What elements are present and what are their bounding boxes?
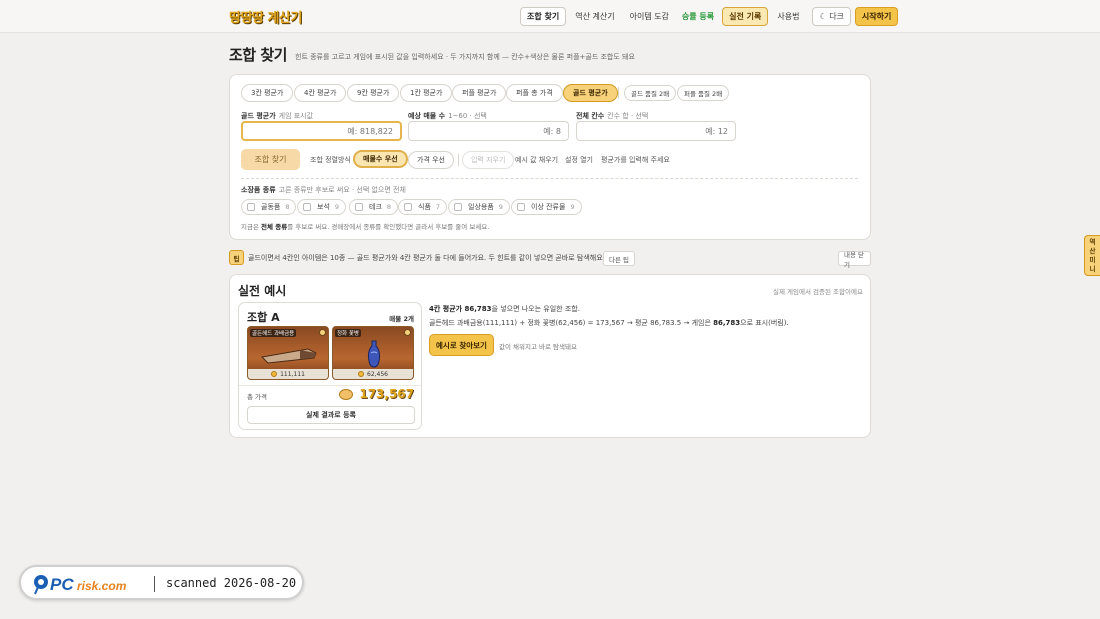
pcrisk-logo: PC risk.com xyxy=(34,575,127,595)
divider xyxy=(241,178,858,179)
hint-chip-purple-double[interactable]: 퍼플 품질 2배 xyxy=(677,85,730,101)
tip-icon: 팁 xyxy=(229,250,244,265)
hint-chip-4cell[interactable]: 4칸 평균가 xyxy=(294,84,347,102)
checkbox-icon xyxy=(247,203,255,211)
combo-count: 매물 2개 xyxy=(389,315,414,323)
category-daily[interactable]: 일상용품 9 xyxy=(448,199,510,215)
page-description: 힌트 종류를 고르고 게임에 표시된 값을 입력하세요 · 두 가지까지 함께 … xyxy=(295,53,635,61)
category-antique[interactable]: 골동품 8 xyxy=(241,199,297,215)
nav-combo-find[interactable]: 조합 찾기 xyxy=(520,7,567,26)
expected-count-label: 예상 매물 수 1~60 · 선택 xyxy=(408,112,487,120)
category-residue[interactable]: 이상 잔류물 9 xyxy=(511,199,582,215)
total-cells-input[interactable] xyxy=(576,121,736,141)
grade-icon xyxy=(404,329,411,336)
checkbox-icon xyxy=(355,203,363,211)
nav-winrate-register[interactable]: 승률 등록 xyxy=(676,7,720,26)
divider xyxy=(239,385,421,386)
category-note: 지금은 전체 종류를 후보로 써요. 경매장에서 종류를 확인했다면 골라서 후… xyxy=(241,223,490,231)
dark-mode-toggle[interactable]: ☾ 다크 xyxy=(812,7,851,26)
sort-label: 조합 정렬방식 xyxy=(310,156,351,164)
sort-by-count[interactable]: 매물수 우선 xyxy=(353,150,408,168)
total-cells-label: 전체 칸수 칸수 합 · 선택 xyxy=(576,112,649,120)
category-title: 소장품 종류 고른 종류만 후보로 써요 · 선택 없으면 전체 xyxy=(241,186,406,194)
try-example-note: 값이 채워지고 바로 탐색돼요 xyxy=(499,343,577,351)
coin-icon xyxy=(358,371,364,377)
grade-icon xyxy=(319,329,326,336)
example-title: 실전 예시 xyxy=(238,284,287,298)
coin-icon xyxy=(271,371,278,377)
category-gem[interactable]: 보석 9 xyxy=(297,199,347,215)
example-calculation: 골든헤드 과배금용(111,111) + 정화 꽃병(62,456) = 173… xyxy=(429,319,789,327)
nav-item-dex[interactable]: 아이템 도감 xyxy=(624,7,675,26)
hint-chip-gold-double[interactable]: 골드 품질 2배 xyxy=(624,85,677,101)
expected-count-input[interactable] xyxy=(408,121,569,141)
item-price: 111,111 xyxy=(248,369,328,379)
coin-stack-icon xyxy=(339,388,354,400)
club-icon xyxy=(260,348,317,364)
svg-text:PC: PC xyxy=(50,575,74,594)
hint-chip-3cell[interactable]: 3칸 평균가 xyxy=(241,84,294,102)
close-tip-button[interactable]: 내용 닫기 xyxy=(838,251,871,269)
register-result-button[interactable]: 실제 결과로 등록 xyxy=(247,406,415,424)
status-text: 평균가를 입력해 주세요 xyxy=(601,156,670,164)
try-example-button[interactable]: 예시로 찾아보기 xyxy=(429,334,494,356)
next-tip-button[interactable]: 다른 팁 xyxy=(603,251,636,266)
item-name: 골든헤드 과배금용 xyxy=(250,329,297,337)
checkbox-icon xyxy=(404,203,412,211)
item-price: 62,456 xyxy=(333,369,413,379)
combo-card: 조합 A 매물 2개 골든헤드 과배금용 111,111 정화 꽃병 62,45… xyxy=(238,302,422,430)
category-food[interactable]: 식품 7 xyxy=(398,199,448,215)
start-button[interactable]: 시작하기 xyxy=(854,7,899,26)
scan-stamp: scanned 2026-08-20 xyxy=(166,576,297,590)
divider xyxy=(618,87,619,99)
hint-chip-1cell[interactable]: 1칸 평균가 xyxy=(400,84,453,102)
nav-usage[interactable]: 사용법 xyxy=(771,7,805,26)
nav-battle-record[interactable]: 실전 기록 xyxy=(722,7,769,26)
top-bar: 땅땅땅 계산기 조합 찾기 역산 계산기 아이템 도감 승률 등록 실전 기록 … xyxy=(0,0,1100,33)
hint-chip-purple-avg[interactable]: 퍼플 평균가 xyxy=(452,84,507,102)
find-combo-button[interactable]: 조합 찾기 xyxy=(241,149,300,170)
total-label: 총 가격 xyxy=(247,393,268,401)
fill-example-link[interactable]: 예시 값 채우기 xyxy=(515,155,558,165)
page-title: 조합 찾기 xyxy=(229,46,287,64)
nav-reverse-calc[interactable]: 역산 계산기 xyxy=(569,7,620,26)
hint-chip-9cell[interactable]: 9칸 평균가 xyxy=(347,84,400,102)
item-name: 정화 꽃병 xyxy=(335,329,361,337)
divider xyxy=(458,154,459,166)
hint-chip-purple-total[interactable]: 퍼플 총 가격 xyxy=(506,84,563,102)
watermark: PC risk.com scanned 2026-08-20 xyxy=(19,565,304,600)
sort-by-price[interactable]: 가격 우선 xyxy=(408,151,454,169)
total-value: 173,567 xyxy=(339,387,414,401)
app-logo[interactable]: 땅땅땅 계산기 xyxy=(229,7,302,26)
open-settings-link[interactable]: 설정 열기 xyxy=(565,155,593,165)
divider xyxy=(154,576,155,592)
item-card[interactable]: 정화 꽃병 62,456 xyxy=(332,326,414,380)
svg-text:risk.com: risk.com xyxy=(77,579,127,593)
category-tech[interactable]: 테크 8 xyxy=(349,199,399,215)
example-subtitle: 실제 게임에서 검증된 조합이에요 xyxy=(773,288,863,296)
tip-bar: 팁 골드이면서 4칸인 아이템은 10종 — 골드 평균가와 4칸 평균가 둘 … xyxy=(229,250,871,269)
reverse-mini-tab[interactable]: 역산미니 xyxy=(1084,235,1100,276)
clear-input-button[interactable]: 입력 지우기 xyxy=(462,151,515,169)
checkbox-icon xyxy=(454,203,462,211)
gold-avg-input[interactable] xyxy=(241,121,402,141)
gold-avg-label: 골드 평균가 게임 표시값 xyxy=(241,112,314,120)
hint-chip-gold-avg[interactable]: 골드 평균가 xyxy=(563,84,618,102)
main-nav: 조합 찾기 역산 계산기 아이템 도감 승률 등록 실전 기록 사용법 ☾ 다크… xyxy=(520,7,899,26)
item-card[interactable]: 골든헤드 과배금용 111,111 xyxy=(247,326,329,380)
example-description: 4칸 평균가 86,783을 넣으면 나오는 유일한 조합. xyxy=(429,305,580,313)
checkbox-icon xyxy=(303,203,311,211)
vase-icon xyxy=(367,340,381,368)
checkbox-icon xyxy=(517,203,525,211)
combo-name: 조합 A xyxy=(247,311,280,324)
tip-text: 골드이면서 4칸인 아이템은 10종 — 골드 평균가와 4칸 평균가 둘 다에… xyxy=(248,254,605,262)
